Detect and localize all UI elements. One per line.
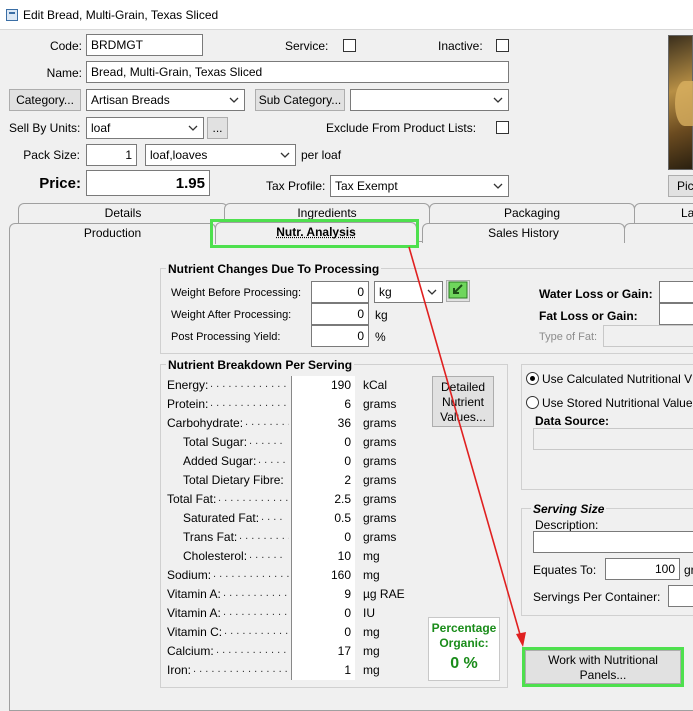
annotation-arrow [408,246,526,647]
arrow-line [408,246,522,639]
arrow-head [516,632,526,647]
